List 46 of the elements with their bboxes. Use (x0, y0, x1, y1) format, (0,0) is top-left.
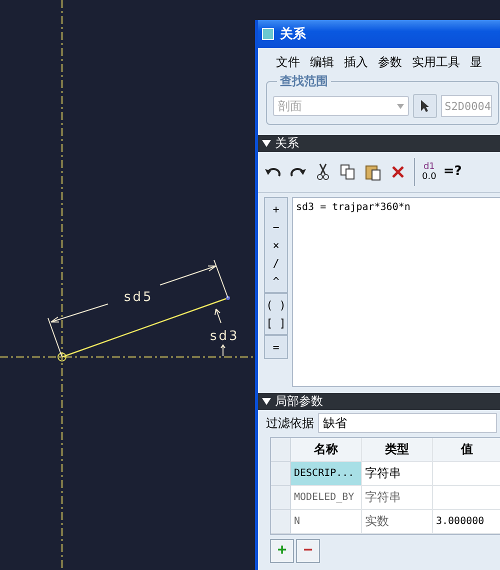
column-header[interactable]: 类型 (362, 438, 433, 462)
menu-item[interactable]: 编辑 (310, 54, 334, 71)
switch-values-button[interactable]: d1 0.0 (422, 162, 436, 182)
menu-item[interactable]: 插入 (344, 54, 368, 71)
table-cell: 实数 (362, 510, 433, 534)
menu-item[interactable]: 文件 (276, 54, 300, 71)
operator-button[interactable]: / (265, 254, 287, 272)
table-cell[interactable]: DESCRIP... (291, 462, 362, 486)
table-cell: 字符串 (362, 486, 433, 510)
corner-header (271, 438, 291, 462)
column-header[interactable]: 名称 (291, 438, 362, 462)
window-icon (262, 28, 274, 40)
collapse-icon[interactable] (262, 140, 271, 147)
relations-editor[interactable]: sd3 = trajpar*360*n (292, 197, 500, 387)
table-cell[interactable]: MODELED_BY (291, 486, 362, 510)
group-legend: 查找范围 (277, 73, 331, 90)
menu-item[interactable]: 实用工具 (412, 54, 460, 71)
operator-button[interactable]: = (265, 338, 287, 356)
filter-label: 过滤依据 (266, 414, 314, 432)
dimension-label[interactable]: sd3 (210, 329, 240, 344)
collapse-icon[interactable] (262, 398, 271, 405)
pointer-icon (420, 99, 430, 113)
operator-button[interactable]: + (265, 200, 287, 218)
origin-point (58, 352, 66, 362)
remove-button[interactable]: − (296, 539, 320, 563)
operator-button[interactable]: ^ (265, 272, 287, 290)
endpoint-dot (226, 296, 230, 300)
operator-button[interactable]: − (265, 218, 287, 236)
copy-icon[interactable] (339, 163, 357, 181)
evaluate-button[interactable]: =? (443, 167, 462, 177)
window-title: 关系 (280, 26, 306, 43)
operator-button[interactable]: ( ) (265, 296, 287, 314)
table-cell[interactable]: N (291, 510, 362, 534)
section-header[interactable]: 关系 (258, 135, 500, 152)
filter-field[interactable]: 缺省 (318, 413, 497, 433)
pick-button[interactable] (412, 94, 437, 118)
menu-item[interactable]: 显 (470, 54, 482, 71)
column-header[interactable]: 值 (433, 438, 500, 462)
dimension-label[interactable]: sd5 (124, 290, 154, 305)
table-cell: 字符串 (362, 462, 433, 486)
cut-icon[interactable] (314, 163, 332, 181)
menu-item[interactable]: 参数 (378, 54, 402, 71)
section-header[interactable]: 局部参数 (258, 393, 500, 410)
operator-button[interactable]: × (265, 236, 287, 254)
paste-icon[interactable] (364, 163, 382, 181)
operator-button[interactable]: [ ] (265, 314, 287, 332)
